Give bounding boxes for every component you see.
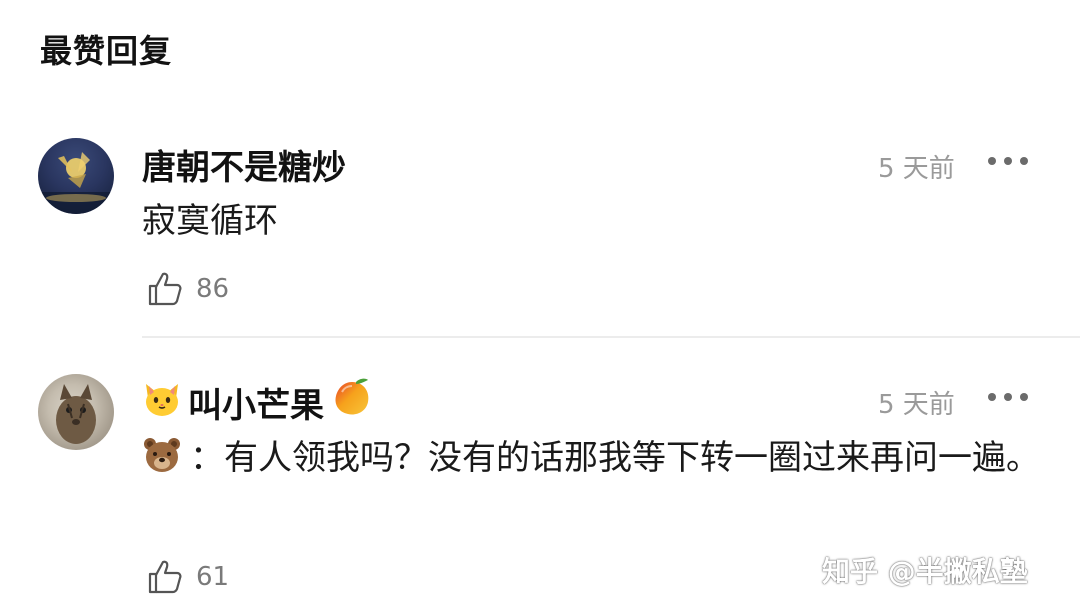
avatar-night-sky-icon bbox=[38, 152, 114, 214]
thumbs-up-icon bbox=[148, 560, 182, 594]
comment-time: 5 天前 bbox=[878, 154, 955, 184]
dot-icon bbox=[1004, 157, 1012, 165]
thumbs-up-icon bbox=[148, 272, 182, 306]
dot-icon bbox=[988, 157, 996, 165]
author-name: 唐朝不是糖炒 bbox=[142, 148, 346, 188]
author-name: 叫小芒果 bbox=[188, 386, 324, 426]
avatar-cat-photo-icon bbox=[56, 384, 96, 444]
comment-time: 5 天前 bbox=[878, 390, 955, 420]
comment-content: ：有人领我吗？没有的话那我等下转一圈过来再问一遍。 bbox=[142, 427, 1042, 495]
more-options-button[interactable] bbox=[988, 155, 1028, 167]
comment-author[interactable]: 叫小芒果 bbox=[142, 376, 374, 429]
dot-icon bbox=[1020, 393, 1028, 401]
watermark: 知乎 @半撇私塾 bbox=[822, 555, 1028, 588]
like-button[interactable]: 61 bbox=[146, 558, 229, 596]
like-count: 86 bbox=[196, 274, 230, 304]
like-button[interactable]: 86 bbox=[146, 270, 229, 308]
divider bbox=[142, 336, 1080, 338]
avatar[interactable] bbox=[38, 138, 114, 214]
comment-text: 寂寞循环 bbox=[142, 201, 278, 241]
section-title: 最赞回复 bbox=[40, 32, 173, 70]
mango-emoji-icon bbox=[330, 376, 374, 429]
comment-text: ：有人领我吗？没有的话那我等下转一圈过来再问一遍。 bbox=[190, 438, 1040, 478]
comment-author[interactable]: 唐朝不是糖炒 bbox=[142, 140, 346, 189]
more-options-button[interactable] bbox=[988, 391, 1028, 403]
dot-icon bbox=[1004, 393, 1012, 401]
like-count: 61 bbox=[196, 562, 230, 592]
bear-face-emoji-icon bbox=[142, 433, 182, 495]
cat-face-emoji-icon bbox=[142, 378, 182, 427]
dot-icon bbox=[988, 393, 996, 401]
dot-icon bbox=[1020, 157, 1028, 165]
avatar[interactable] bbox=[38, 374, 114, 450]
comment-content: 寂寞循环 bbox=[142, 190, 1042, 252]
